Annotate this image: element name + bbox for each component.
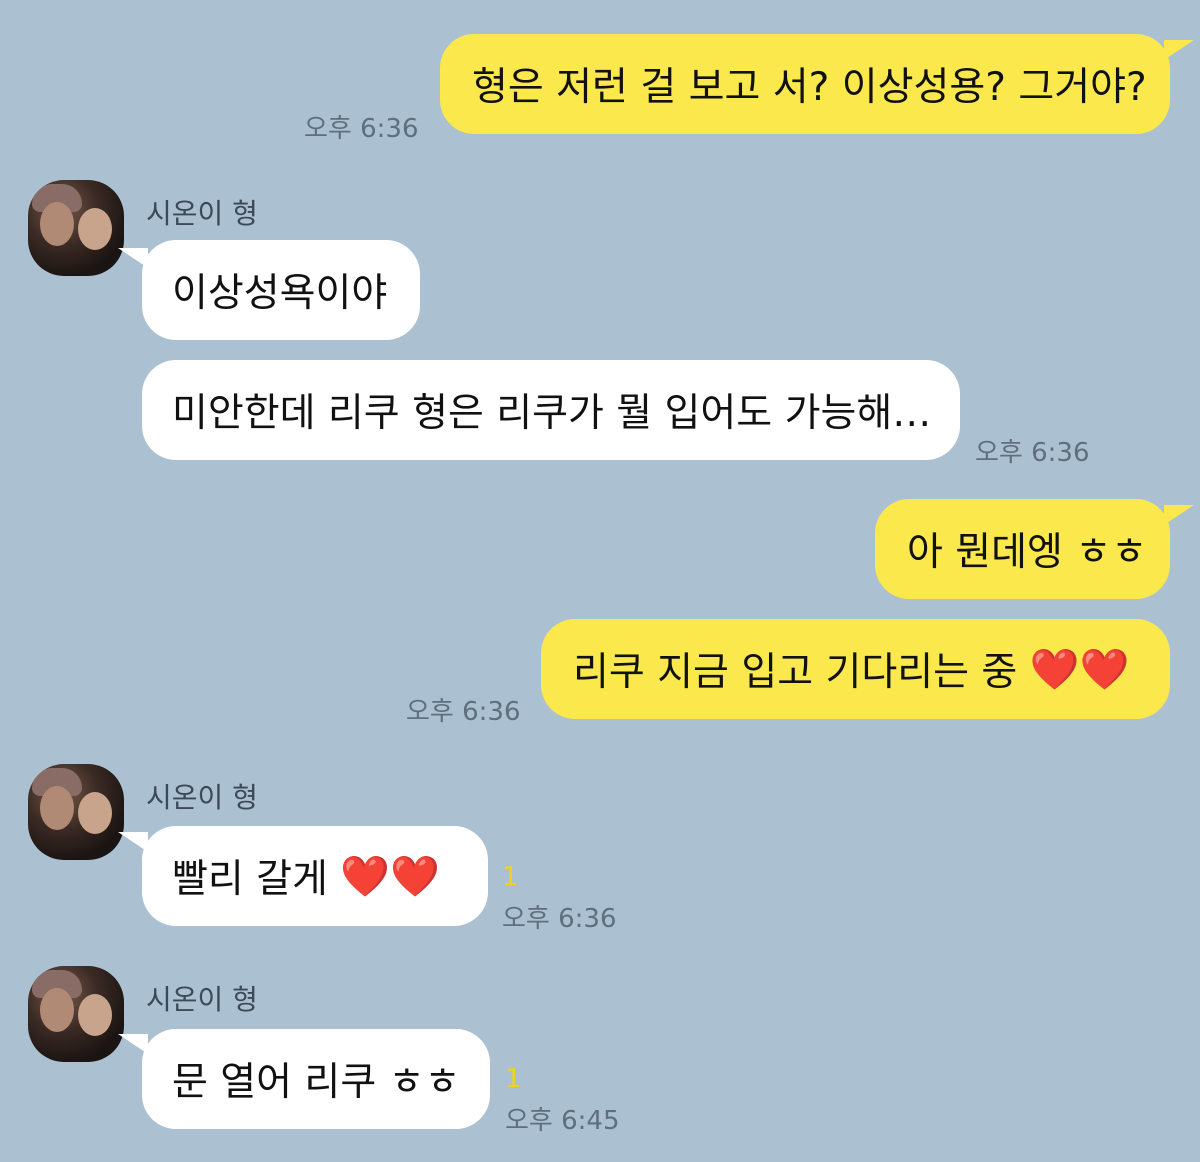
their-message-bubble[interactable]: 문 열어 리쿠 ㅎㅎ (142, 1029, 490, 1129)
their-message-bubble[interactable]: 미안한데 리쿠 형은 리쿠가 뭘 입어도 가능해… (142, 360, 960, 460)
message-text: 아 뭔데엥 ㅎㅎ (907, 530, 1148, 575)
message-text: 빨리 갈게 (172, 857, 328, 902)
bubble-tail (1164, 40, 1194, 60)
heart-emoji: ❤️❤️ (1029, 646, 1130, 693)
message-time: 오후 6:36 (975, 438, 1090, 468)
my-message-bubble[interactable]: 아 뭔데엥 ㅎㅎ (875, 499, 1170, 599)
my-message-bubble[interactable]: 리쿠 지금 입고 기다리는 중 ❤️❤️ (541, 619, 1170, 719)
message-time: 오후 6:45 (505, 1106, 620, 1136)
message-time: 오후 6:36 (304, 114, 419, 144)
message-text: 형은 저런 걸 보고 서? 이상성용? 그거야? (472, 65, 1147, 110)
contact-name: 시온이 형 (146, 781, 258, 814)
unread-count: 1 (502, 862, 519, 892)
their-message-bubble[interactable]: 이상성욕이야 (142, 240, 420, 340)
my-message-bubble[interactable]: 형은 저런 걸 보고 서? 이상성용? 그거야? (440, 34, 1170, 134)
unread-count: 1 (505, 1064, 522, 1094)
contact-avatar[interactable] (28, 764, 124, 860)
message-text: 미안한데 리쿠 형은 리쿠가 뭘 입어도 가능해… (172, 391, 932, 436)
their-message-bubble[interactable]: 빨리 갈게 ❤️❤️ (142, 826, 488, 926)
heart-emoji: ❤️❤️ (340, 853, 440, 900)
message-text: 이상성욕이야 (172, 271, 388, 316)
message-time: 오후 6:36 (406, 697, 521, 727)
bubble-tail (1164, 505, 1194, 525)
contact-name: 시온이 형 (146, 983, 258, 1016)
message-time: 오후 6:36 (502, 904, 617, 934)
contact-name: 시온이 형 (146, 197, 258, 230)
message-text: 리쿠 지금 입고 기다리는 중 (573, 650, 1018, 695)
contact-avatar[interactable] (28, 966, 124, 1062)
message-text: 문 열어 리쿠 ㅎㅎ (172, 1060, 461, 1105)
contact-avatar[interactable] (28, 180, 124, 276)
